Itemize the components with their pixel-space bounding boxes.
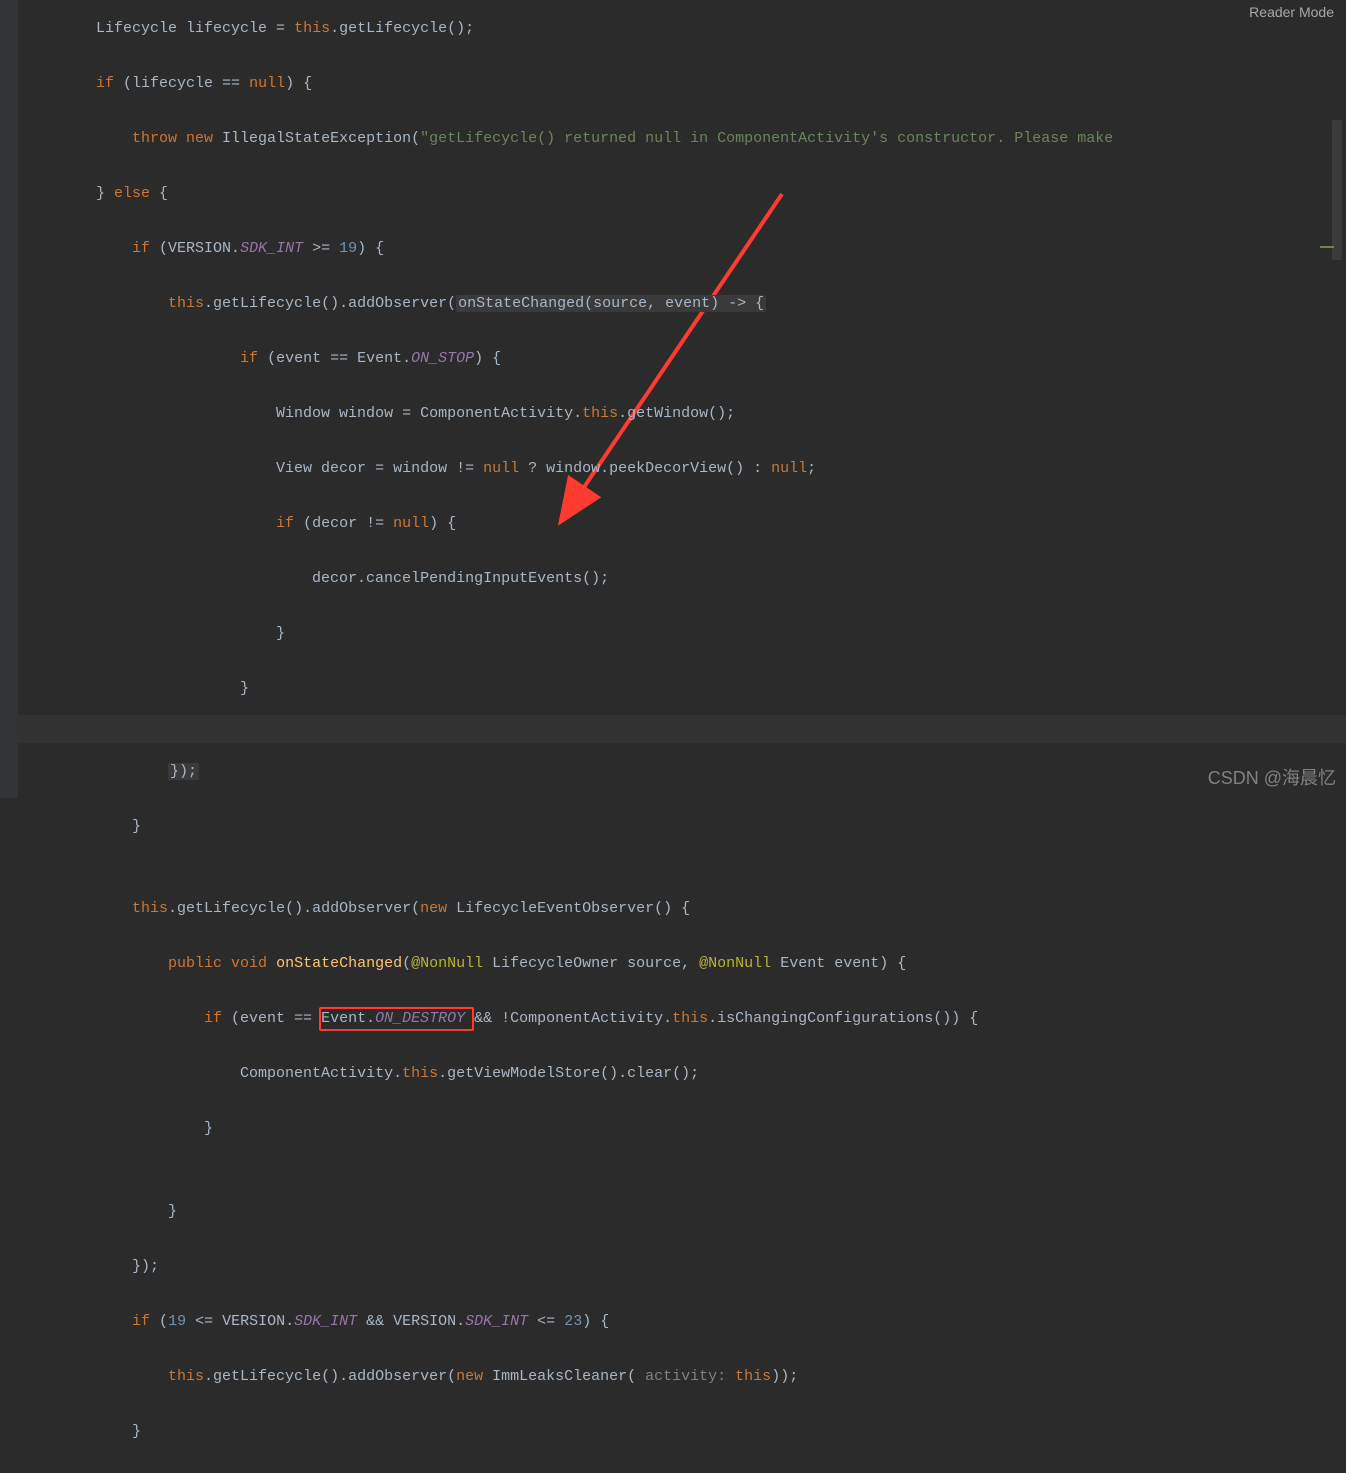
code-line[interactable]: View decor = window != null ? window.pee… xyxy=(24,455,1346,483)
code-line[interactable]: if (decor != null) { xyxy=(24,510,1346,538)
code-line[interactable]: if (event == Event.ON_DESTROY && !Compon… xyxy=(24,1005,1346,1033)
code-line[interactable]: this.getLifecycle().addObserver(new ImmL… xyxy=(24,1363,1346,1391)
code-line[interactable]: } xyxy=(24,1115,1346,1143)
code-area[interactable]: Lifecycle lifecycle = this.getLifecycle(… xyxy=(0,15,1346,1473)
code-line[interactable]: public void onStateChanged(@NonNull Life… xyxy=(24,950,1346,978)
code-line[interactable]: ComponentActivity.this.getViewModelStore… xyxy=(24,1060,1346,1088)
caret-line-highlight xyxy=(18,715,1346,743)
code-line[interactable]: throw new IllegalStateException("getLife… xyxy=(24,125,1346,153)
code-line[interactable]: } xyxy=(24,1198,1346,1226)
code-line[interactable]: Lifecycle lifecycle = this.getLifecycle(… xyxy=(24,15,1346,43)
code-line[interactable]: }); xyxy=(24,1253,1346,1281)
code-line[interactable]: decor.cancelPendingInputEvents(); xyxy=(24,565,1346,593)
code-line[interactable]: this.getLifecycle().addObserver(onStateC… xyxy=(24,290,1346,318)
code-line[interactable]: if (event == Event.ON_STOP) { xyxy=(24,345,1346,373)
code-line[interactable]: if (lifecycle == null) { xyxy=(24,70,1346,98)
code-line[interactable]: if (19 <= VERSION.SDK_INT && VERSION.SDK… xyxy=(24,1308,1346,1336)
code-line[interactable]: Window window = ComponentActivity.this.g… xyxy=(24,400,1346,428)
code-editor[interactable]: Lifecycle lifecycle = this.getLifecycle(… xyxy=(0,0,1346,798)
code-line[interactable]: } xyxy=(24,675,1346,703)
code-line[interactable]: } else { xyxy=(24,180,1346,208)
code-line[interactable]: } xyxy=(24,1418,1346,1446)
code-line[interactable]: }); xyxy=(24,758,1346,786)
code-line[interactable]: } xyxy=(24,813,1346,841)
code-line[interactable]: this.getLifecycle().addObserver(new Life… xyxy=(24,895,1346,923)
code-line[interactable]: if (VERSION.SDK_INT >= 19) { xyxy=(24,235,1346,263)
code-line[interactable]: } xyxy=(24,620,1346,648)
editor-gutter xyxy=(0,0,18,798)
